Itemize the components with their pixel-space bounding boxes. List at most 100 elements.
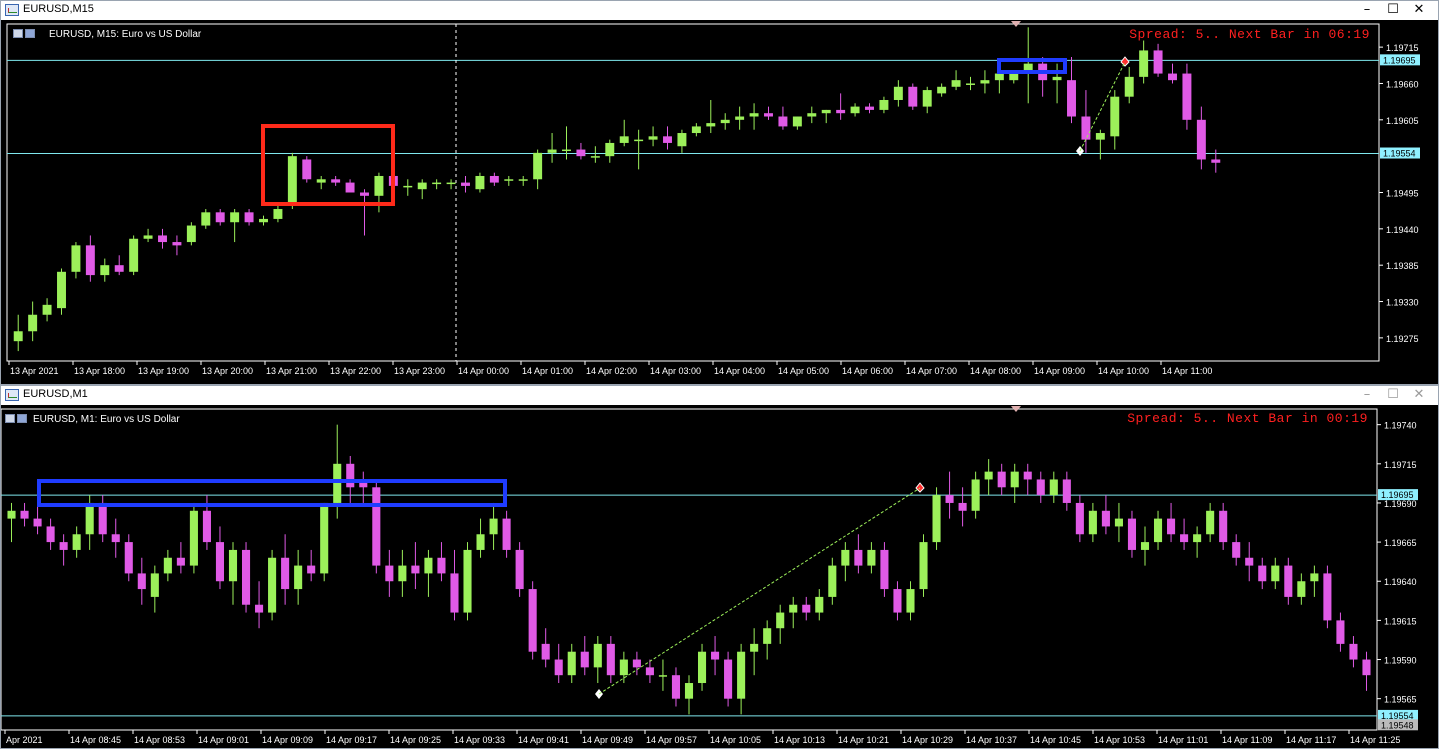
bearish-candle[interactable]: [1023, 471, 1032, 480]
bullish-candle[interactable]: [1052, 76, 1062, 81]
bearish-candle[interactable]: [1232, 542, 1241, 558]
bearish-candle[interactable]: [385, 565, 394, 582]
highlight-box-red[interactable]: [261, 124, 395, 206]
bullish-candle[interactable]: [735, 116, 745, 120]
bearish-candle[interactable]: [241, 549, 251, 605]
bullish-candle[interactable]: [57, 271, 66, 309]
bullish-candle[interactable]: [476, 534, 485, 550]
bullish-candle[interactable]: [403, 185, 413, 188]
bullish-candle[interactable]: [518, 179, 528, 181]
bullish-candle[interactable]: [1193, 534, 1202, 543]
bullish-candle[interactable]: [259, 218, 268, 223]
bearish-candle[interactable]: [836, 109, 846, 114]
bearish-candle[interactable]: [1067, 80, 1076, 117]
bearish-candle[interactable]: [1245, 557, 1254, 566]
bullish-candle[interactable]: [706, 123, 716, 127]
maximize-button[interactable]: ☐: [1380, 386, 1406, 404]
bullish-candle[interactable]: [1114, 518, 1123, 527]
bullish-candle[interactable]: [489, 518, 498, 535]
bullish-candle[interactable]: [850, 106, 860, 114]
bearish-candle[interactable]: [202, 510, 211, 543]
bearish-candle[interactable]: [893, 589, 902, 613]
bullish-candle[interactable]: [1297, 581, 1306, 597]
bullish-candle[interactable]: [841, 549, 850, 566]
bullish-candle[interactable]: [697, 651, 707, 684]
bullish-candle[interactable]: [398, 565, 407, 582]
bearish-candle[interactable]: [1362, 659, 1371, 676]
bullish-candle[interactable]: [463, 549, 472, 613]
bullish-candle[interactable]: [374, 175, 384, 196]
bearish-candle[interactable]: [1323, 573, 1332, 621]
bearish-candle[interactable]: [865, 106, 874, 110]
bullish-candle[interactable]: [879, 99, 889, 110]
bullish-candle[interactable]: [932, 495, 941, 543]
bearish-candle[interactable]: [1081, 116, 1091, 140]
bearish-candle[interactable]: [158, 235, 167, 243]
bearish-candle[interactable]: [59, 542, 68, 550]
bullish-candle[interactable]: [737, 651, 746, 699]
bearish-candle[interactable]: [111, 534, 120, 543]
bearish-candle[interactable]: [1127, 518, 1137, 550]
bearish-candle[interactable]: [663, 136, 672, 143]
bearish-candle[interactable]: [1075, 502, 1084, 535]
bullish-candle[interactable]: [994, 73, 1004, 81]
bullish-candle[interactable]: [1124, 76, 1134, 97]
maximize-button[interactable]: ☐: [1380, 1, 1406, 19]
bullish-candle[interactable]: [85, 502, 94, 535]
bearish-candle[interactable]: [176, 557, 185, 566]
bullish-candle[interactable]: [1049, 479, 1058, 496]
bullish-candle[interactable]: [750, 643, 759, 652]
bullish-candle[interactable]: [143, 235, 153, 239]
bullish-candle[interactable]: [7, 510, 16, 519]
chart-window-m15[interactable]: EURUSD,M15 – ☐ ✕ 1.19715 1.19660 1.19605 1.…: [0, 0, 1439, 385]
bearish-candle[interactable]: [172, 242, 182, 246]
bearish-candle[interactable]: [880, 549, 889, 590]
bullish-candle[interactable]: [1271, 565, 1280, 582]
bearish-candle[interactable]: [372, 487, 381, 566]
bearish-candle[interactable]: [724, 659, 733, 699]
bearish-candle[interactable]: [711, 651, 720, 660]
bearish-candle[interactable]: [1036, 479, 1045, 496]
bullish-candle[interactable]: [815, 596, 824, 613]
bullish-candle[interactable]: [937, 86, 947, 94]
bullish-candle[interactable]: [971, 479, 980, 511]
minimize-button[interactable]: –: [1354, 1, 1380, 19]
bullish-candle[interactable]: [619, 659, 628, 676]
properties-icon[interactable]: [5, 414, 15, 423]
bullish-candle[interactable]: [720, 119, 730, 124]
bearish-candle[interactable]: [908, 86, 918, 107]
bearish-candle[interactable]: [346, 463, 355, 488]
bearish-candle[interactable]: [360, 192, 369, 196]
bearish-candle[interactable]: [450, 573, 459, 613]
bearish-candle[interactable]: [1101, 510, 1110, 527]
bearish-candle[interactable]: [46, 526, 55, 543]
bearish-candle[interactable]: [1219, 510, 1228, 543]
highlight-box-blue[interactable]: [37, 479, 507, 507]
bearish-candle[interactable]: [997, 471, 1006, 488]
bearish-candle[interactable]: [1349, 643, 1358, 660]
bullish-candle[interactable]: [504, 179, 514, 181]
bullish-candle[interactable]: [605, 142, 615, 157]
bullish-candle[interactable]: [294, 565, 303, 590]
bearish-candle[interactable]: [85, 245, 95, 276]
bearish-candle[interactable]: [1182, 73, 1192, 120]
bearish-candle[interactable]: [632, 659, 641, 668]
candlestick-chart[interactable]: 1.19715 1.19660 1.19605 1.19495 1.19440 1.193…: [1, 20, 1438, 384]
bullish-candle[interactable]: [150, 573, 159, 597]
bullish-candle[interactable]: [1009, 73, 1019, 81]
bearish-candle[interactable]: [1167, 518, 1176, 535]
bullish-candle[interactable]: [828, 565, 837, 597]
bullish-candle[interactable]: [230, 212, 240, 223]
bullish-candle[interactable]: [919, 542, 928, 590]
bearish-candle[interactable]: [20, 510, 29, 519]
bearish-candle[interactable]: [854, 549, 863, 566]
bearish-candle[interactable]: [437, 557, 446, 574]
bullish-candle[interactable]: [42, 304, 52, 315]
bullish-candle[interactable]: [792, 116, 802, 127]
window-titlebar[interactable]: EURUSD,M1 – ☐ ✕: [1, 386, 1438, 404]
bearish-candle[interactable]: [1180, 534, 1189, 543]
bullish-candle[interactable]: [129, 238, 139, 272]
bearish-candle[interactable]: [958, 502, 967, 511]
bullish-candle[interactable]: [789, 604, 798, 613]
bullish-candle[interactable]: [966, 83, 975, 85]
